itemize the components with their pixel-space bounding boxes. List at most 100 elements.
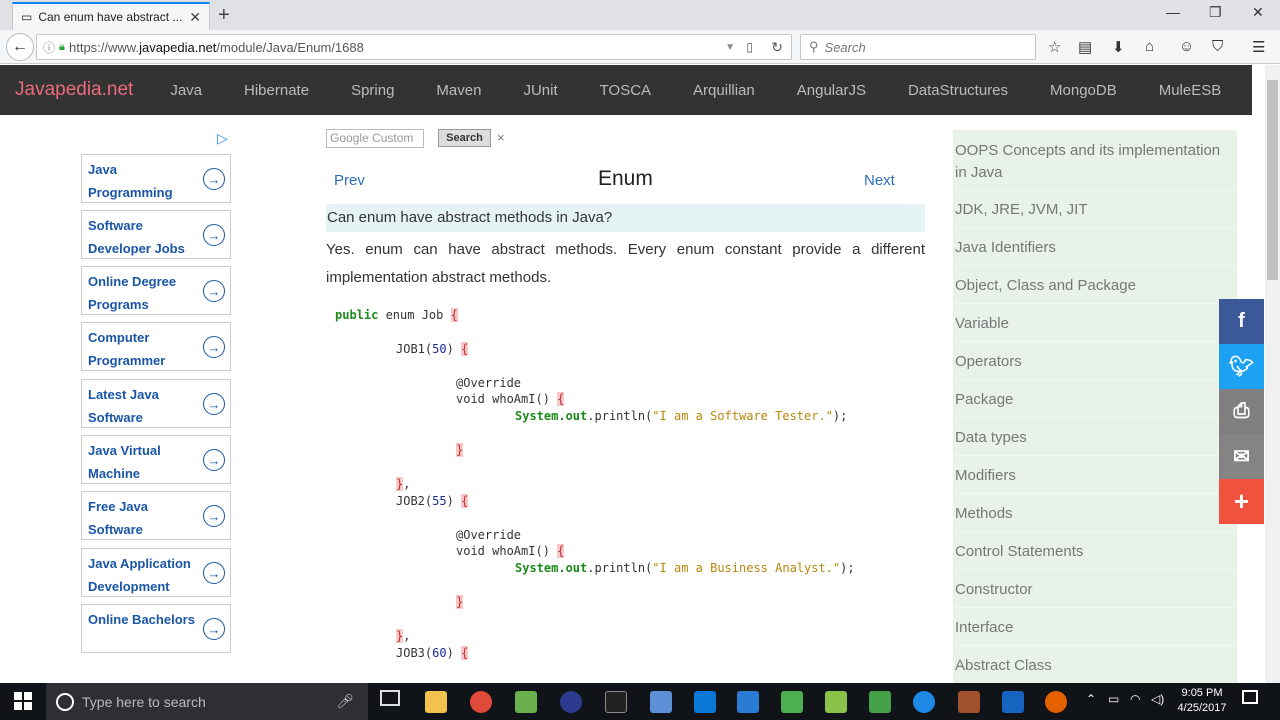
site-logo[interactable]: Javapedia.net	[15, 79, 133, 101]
facebook-share-button[interactable]: f	[1219, 299, 1264, 344]
sidebar-item[interactable]: Modifiers	[955, 465, 1235, 494]
ad-link[interactable]: Java Programming →	[81, 154, 231, 203]
prev-link[interactable]: Prev	[334, 172, 365, 189]
sidebar-item[interactable]: Methods	[955, 503, 1235, 532]
app-icon[interactable]	[869, 691, 891, 713]
taskbar-search-input[interactable]: Type here to search 🎤︎	[46, 683, 368, 720]
bookmark-star-icon[interactable]: ☆	[1048, 38, 1061, 56]
nav-mongodb[interactable]: MongoDB	[1050, 82, 1117, 99]
ad-label: Java Virtual Machine	[88, 443, 161, 481]
app-icon[interactable]	[1002, 691, 1024, 713]
notification-icon[interactable]	[1242, 690, 1258, 704]
mail-icon[interactable]	[694, 691, 716, 713]
sidebar-item[interactable]: Java Identifiers	[955, 237, 1235, 266]
nav-java[interactable]: Java	[170, 82, 202, 99]
sidebar-item[interactable]: Data types	[955, 427, 1235, 456]
reload-icon[interactable]: ↻	[771, 39, 783, 56]
battery-icon[interactable]: ▭	[1108, 692, 1119, 706]
tray-chevron-icon[interactable]: ⌃	[1086, 692, 1096, 706]
menu-icon[interactable]: ☰	[1252, 38, 1265, 56]
app-icon[interactable]	[781, 691, 803, 713]
code-line: },	[396, 629, 411, 643]
chrome-icon[interactable]	[470, 691, 492, 713]
library-icon[interactable]: ▤	[1078, 38, 1092, 56]
ad-link[interactable]: Free Java Software →	[81, 491, 231, 540]
close-window-icon[interactable]: ✕	[1252, 4, 1264, 21]
minimize-icon[interactable]: —	[1166, 4, 1180, 20]
microphone-icon[interactable]: 🎤︎	[336, 693, 354, 710]
close-tab-icon[interactable]: ✕	[189, 9, 201, 26]
ad-label: Latest Java Software	[88, 387, 159, 425]
sidebar-item[interactable]: Operators	[955, 351, 1235, 380]
sidebar-item[interactable]: Constructor	[955, 579, 1235, 608]
app-icon[interactable]	[515, 691, 537, 713]
dropdown-icon[interactable]: ▼	[725, 42, 735, 53]
reader-view-icon[interactable]: ▯	[746, 40, 753, 54]
ad-link[interactable]: Java Application Development →	[81, 548, 231, 597]
email-share-button[interactable]: ✉	[1219, 434, 1264, 479]
app-icon[interactable]	[560, 691, 582, 713]
next-link[interactable]: Next	[864, 172, 895, 189]
nav-hibernate[interactable]: Hibernate	[244, 82, 309, 99]
info-icon[interactable]: ⓘ	[43, 39, 55, 56]
volume-icon[interactable]: ◁)	[1151, 692, 1164, 706]
app-icon[interactable]	[958, 691, 980, 713]
search-button[interactable]: Search	[438, 129, 491, 147]
nav-arquillian[interactable]: Arquillian	[693, 82, 755, 99]
nav-datastructures[interactable]: DataStructures	[908, 82, 1008, 99]
adchoices-icon[interactable]: ▷	[217, 130, 228, 147]
nav-tosca[interactable]: TOSCA	[600, 82, 651, 99]
maximize-icon[interactable]: ❐	[1209, 4, 1222, 21]
app-icon[interactable]	[650, 691, 672, 713]
ad-link[interactable]: Latest Java Software →	[81, 379, 231, 428]
file-explorer-icon[interactable]	[425, 691, 447, 713]
sidebar-item[interactable]: OOPS Concepts and its implementation in …	[955, 140, 1235, 191]
nav-angularjs[interactable]: AngularJS	[797, 82, 866, 99]
wifi-icon[interactable]: ◠	[1130, 692, 1140, 706]
download-icon[interactable]: ⬇	[1112, 38, 1125, 56]
ad-link[interactable]: Java Virtual Machine →	[81, 435, 231, 484]
vscode-icon[interactable]	[737, 691, 759, 713]
url-bar[interactable]: ⓘ 🔒︎ https://www.javapedia.net/module/Ja…	[36, 34, 792, 60]
edge-icon[interactable]	[913, 691, 935, 713]
feedback-icon[interactable]: ☺	[1179, 38, 1194, 55]
sidebar-item[interactable]: Control Statements	[955, 541, 1235, 570]
ad-link[interactable]: Online Bachelors →	[81, 604, 231, 653]
notepad-icon[interactable]	[825, 691, 847, 713]
sidebar-item[interactable]: Interface	[955, 617, 1235, 646]
scrollbar-thumb[interactable]	[1267, 80, 1278, 280]
back-button[interactable]: ←	[6, 33, 34, 61]
home-icon[interactable]: ⌂	[1145, 38, 1154, 55]
task-view-icon[interactable]	[380, 690, 400, 706]
google-custom-search-input[interactable]: Google Custom	[326, 129, 424, 148]
ad-link[interactable]: Computer Programmer →	[81, 322, 231, 371]
sidebar-item[interactable]: JDK, JRE, JVM, JIT	[955, 199, 1235, 228]
arrow-right-icon: →	[203, 224, 225, 246]
nav-spring[interactable]: Spring	[351, 82, 394, 99]
url-text[interactable]: https://www.javapedia.net/module/Java/En…	[69, 40, 364, 55]
search-input[interactable]: ⚲ Search	[800, 34, 1036, 60]
sidebar-item[interactable]: Package	[955, 389, 1235, 418]
sidebar-item[interactable]: Object, Class and Package	[955, 275, 1235, 304]
nav-maven[interactable]: Maven	[436, 82, 481, 99]
firefox-icon[interactable]	[1045, 691, 1067, 713]
clear-search-icon[interactable]: ×	[497, 130, 505, 145]
print-button[interactable]: ⎙	[1219, 389, 1264, 434]
ad-link[interactable]: Online Degree Programs →	[81, 266, 231, 315]
windows-start-icon[interactable]	[14, 692, 32, 710]
code-line: },	[396, 477, 411, 491]
ad-label: Java Application Development	[88, 556, 191, 594]
twitter-share-button[interactable]: 🐦︎	[1219, 344, 1264, 389]
sidebar-item[interactable]: Abstract Class	[955, 655, 1235, 683]
terminal-icon[interactable]	[605, 691, 627, 713]
nav-muleesb[interactable]: MuleESB	[1159, 82, 1222, 99]
ad-link[interactable]: Software Developer Jobs →	[81, 210, 231, 259]
arrow-right-icon: →	[203, 562, 225, 584]
sidebar-item[interactable]: Variable	[955, 313, 1235, 342]
new-tab-button[interactable]: +	[218, 4, 230, 27]
pocket-icon[interactable]: ⛉	[1212, 38, 1223, 55]
tab-active[interactable]: ▭ Can enum have abstract ... ✕	[12, 2, 210, 30]
system-clock[interactable]: 9:05 PM 4/25/2017	[1172, 686, 1232, 716]
more-share-button[interactable]: +	[1219, 479, 1264, 524]
nav-junit[interactable]: JUnit	[523, 82, 557, 99]
